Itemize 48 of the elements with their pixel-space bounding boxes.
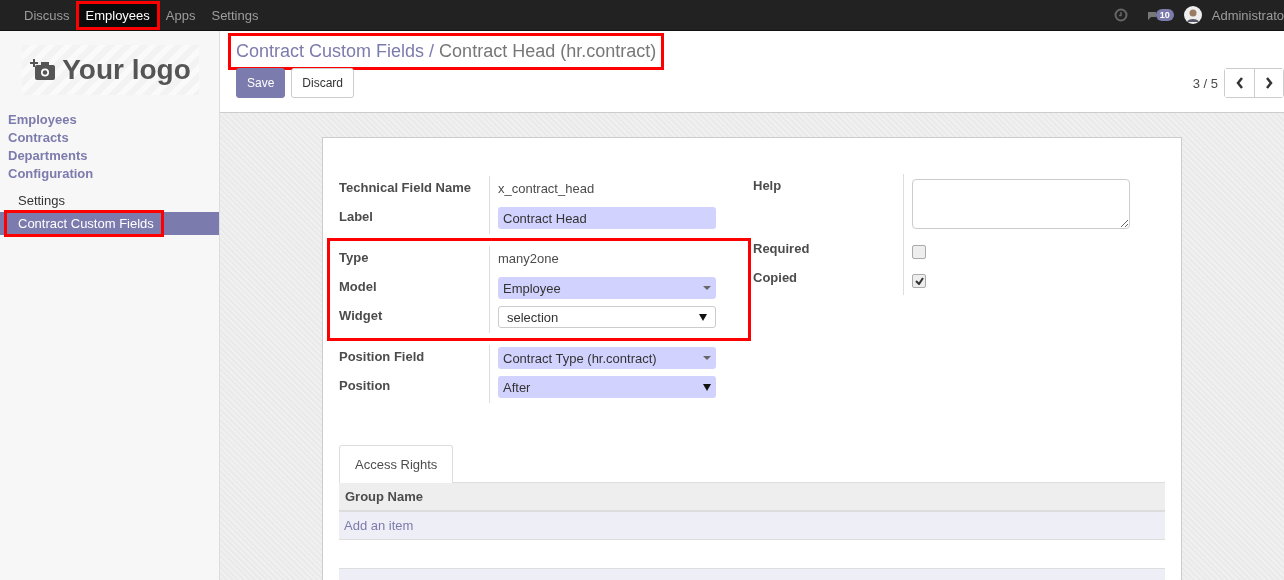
save-button[interactable]: Save [236, 68, 286, 98]
menu-section[interactable]: Configuration [0, 165, 102, 183]
select-field[interactable]: After [498, 376, 716, 398]
chevron-left-icon [1235, 77, 1244, 89]
field-label: Label [339, 209, 373, 224]
field-label: Technical Field Name [339, 180, 471, 195]
breadcrumb: Contract Custom Fields / Contract Head (hr.contract) [230, 35, 663, 68]
field-label: Required [753, 241, 810, 256]
camera-icon [30, 59, 57, 81]
field-label: Position Field [339, 349, 425, 364]
clock-icon[interactable] [1113, 8, 1128, 22]
field-value: many2one [498, 250, 559, 266]
menu-item[interactable]: Discuss [16, 2, 78, 28]
add-item-link[interactable]: Add an item [344, 518, 414, 533]
field-label: Help [753, 178, 782, 193]
table-header: Group Name [339, 482, 1165, 512]
caret-icon [699, 313, 707, 321]
field-value: x_contract_head [498, 180, 595, 196]
field-label: Type [339, 250, 369, 265]
caret-icon [703, 286, 711, 290]
discard-button[interactable]: Discard [291, 68, 355, 98]
menu-section[interactable]: Employees [0, 111, 85, 129]
logo: Your logo [22, 45, 199, 95]
sidebar-item[interactable]: Settings [0, 189, 73, 212]
menu-section[interactable]: Departments [0, 147, 96, 165]
field-label: Model [339, 279, 377, 294]
checkbox[interactable] [912, 274, 926, 288]
pager-counter: 3 / 5 [1192, 75, 1218, 91]
label-input[interactable]: Contract Head [498, 207, 716, 229]
caret-icon [703, 356, 711, 360]
menu-item[interactable]: Settings [203, 2, 267, 28]
menu-item[interactable]: Apps [157, 2, 204, 28]
field-label: Widget [339, 308, 383, 323]
next-button[interactable] [1254, 69, 1283, 97]
chevron-right-icon [1265, 77, 1273, 89]
user-name[interactable]: Administrato [1211, 7, 1284, 23]
field-label: Position [339, 378, 391, 393]
avatar-icon[interactable] [1183, 6, 1202, 24]
message-count: 10 [1155, 9, 1174, 21]
menu-item[interactable]: Employees [77, 2, 158, 28]
select-field[interactable]: selection [498, 306, 716, 328]
menu-section[interactable]: Contracts [0, 129, 77, 147]
many2one-field[interactable]: Employee [498, 277, 716, 299]
tab[interactable]: Access Rights [339, 445, 454, 483]
caret-icon [703, 383, 711, 391]
many2one-field[interactable]: Contract Type (hr.contract) [498, 347, 716, 369]
field-label: Copied [753, 270, 798, 285]
checkbox[interactable] [912, 245, 926, 259]
